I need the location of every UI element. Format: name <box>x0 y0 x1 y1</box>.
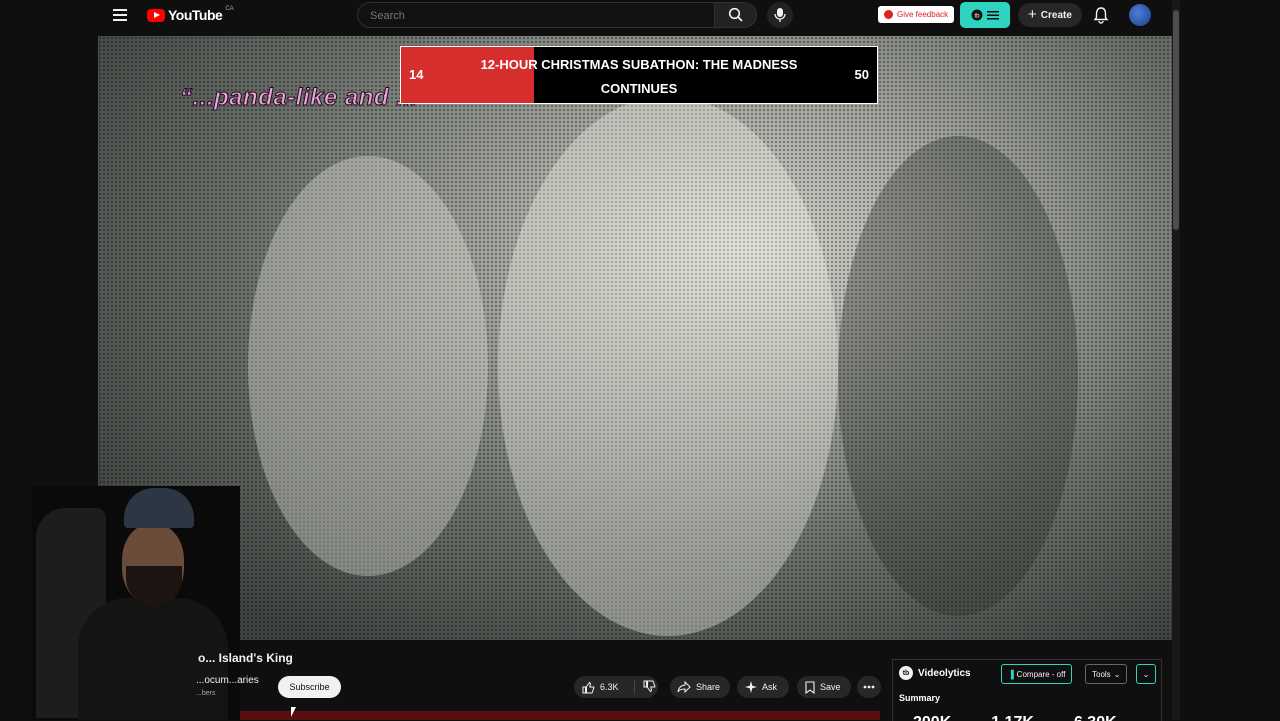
search-input[interactable] <box>368 3 702 29</box>
summary-heading: Summary <box>899 693 941 703</box>
microphone-icon <box>774 8 786 22</box>
create-label: Create <box>1040 9 1072 21</box>
svg-text:tb: tb <box>974 14 980 20</box>
video-caption: “...panda-like and ...” <box>179 84 431 112</box>
ask-button[interactable]: Ask <box>737 676 789 698</box>
streamer-cap <box>124 488 194 528</box>
chevron-down-icon: ⌄ <box>1142 669 1150 679</box>
search-icon <box>728 7 743 22</box>
youtube-logo[interactable]: YouTube CA <box>147 6 234 23</box>
banner-right-value: 50 <box>854 67 869 82</box>
extension-logo-icon: tb <box>971 9 983 21</box>
tools-label: Tools <box>1092 669 1111 679</box>
subscriber-count: ...bers <box>196 690 216 697</box>
menu-icon[interactable] <box>110 5 130 25</box>
ask-label: Ask <box>762 682 778 692</box>
bar-chart-icon: ▐ <box>1008 669 1014 679</box>
plus-icon: + <box>1028 6 1037 23</box>
videolytics-panel: tb Videolytics ▐ Compare - off Tools ⌄ ⌄… <box>892 659 1162 721</box>
list-icon <box>987 11 999 20</box>
save-button[interactable]: Save <box>797 676 851 698</box>
feedback-label: Give feedback <box>897 10 949 19</box>
thumbs-down-icon <box>643 680 656 692</box>
like-dislike-group: 6.3K <box>574 676 658 698</box>
feedback-icon <box>884 10 893 19</box>
more-actions-button[interactable] <box>857 676 881 698</box>
share-icon <box>677 681 691 693</box>
video-title: o... Island's King <box>198 651 293 665</box>
notifications-bell-icon[interactable] <box>1092 6 1110 24</box>
page-scrollbar[interactable] <box>1172 0 1180 720</box>
video-figure-right <box>838 136 1078 616</box>
country-code: CA <box>225 6 234 12</box>
share-label: Share <box>696 682 721 692</box>
videolytics-header: tb Videolytics <box>899 666 971 680</box>
seek-bar[interactable] <box>240 711 880 720</box>
sparkle-icon <box>745 681 757 693</box>
compare-toggle[interactable]: ▐ Compare - off <box>1001 664 1073 684</box>
more-horizontal-icon <box>863 685 875 689</box>
collapse-panel-button[interactable]: ⌄ <box>1136 664 1156 684</box>
video-player[interactable]: “...panda-like and ...” <box>98 36 1172 640</box>
voice-search-button[interactable] <box>767 2 793 28</box>
video-figure-left <box>248 156 488 576</box>
extension-button[interactable]: tb <box>960 2 1010 28</box>
videolytics-logo-icon: tb <box>899 666 913 680</box>
banner-left-value: 14 <box>409 67 424 82</box>
compare-label: Compare - off <box>1016 669 1066 679</box>
chevron-down-icon: ⌄ <box>1113 669 1121 679</box>
account-avatar[interactable] <box>1129 4 1151 26</box>
create-button[interactable]: + Create <box>1018 3 1082 27</box>
like-count: 6.3K <box>600 682 619 692</box>
logo-text: YouTube <box>168 7 223 23</box>
like-button[interactable]: 6.3K <box>574 680 635 694</box>
banner-title: 12-HOUR CHRISTMAS SUBATHON: THE MADNESS … <box>480 57 798 96</box>
channel-name[interactable]: ...ocum...aries <box>196 675 259 686</box>
save-label: Save <box>820 682 841 692</box>
search-button[interactable] <box>714 2 757 28</box>
share-button[interactable]: Share <box>670 676 730 698</box>
search-box <box>357 2 715 29</box>
videolytics-name: Videolytics <box>918 667 971 679</box>
youtube-play-icon <box>147 8 165 22</box>
give-feedback-button[interactable]: Give feedback <box>878 6 955 23</box>
mouse-cursor-icon <box>291 707 301 717</box>
subathon-banner: 14 12-HOUR CHRISTMAS SUBATHON: THE MADNE… <box>400 46 878 104</box>
thumbs-up-icon <box>582 681 595 693</box>
video-figure-center <box>498 96 838 636</box>
dislike-button[interactable] <box>635 680 656 695</box>
tools-dropdown[interactable]: Tools ⌄ <box>1085 664 1128 684</box>
subscribe-button[interactable]: Subscribe <box>278 676 341 698</box>
bookmark-icon <box>805 680 815 694</box>
scrollbar-thumb[interactable] <box>1173 10 1179 230</box>
masthead: YouTube CA Give feedback tb + Create <box>98 0 1173 30</box>
